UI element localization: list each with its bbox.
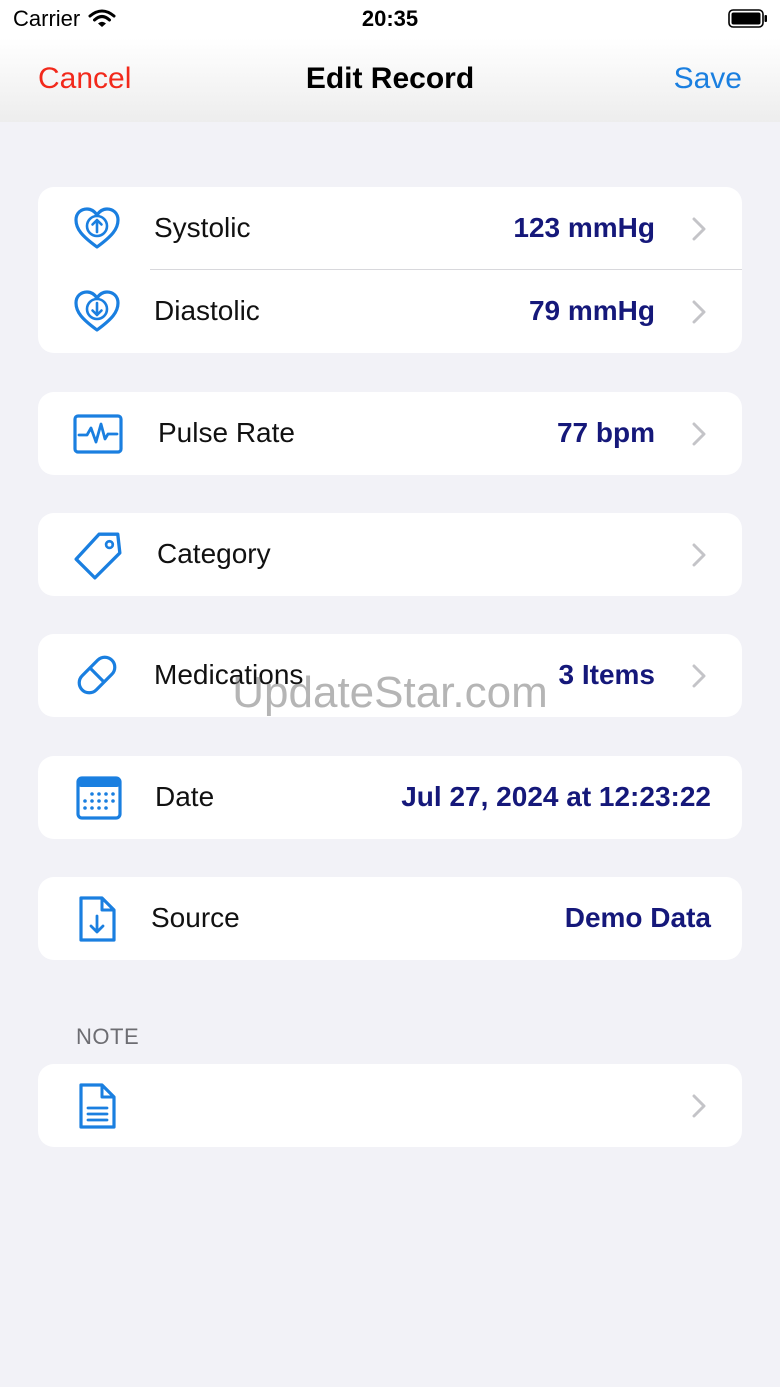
status-time: 20:35 — [361, 6, 419, 31]
heart-up-icon — [74, 207, 120, 249]
pulse-card: Pulse Rate 77 bpm — [38, 392, 742, 475]
document-download-icon — [79, 896, 116, 942]
systolic-value: 123 mmHg — [513, 212, 655, 243]
tag-icon — [74, 532, 122, 580]
pulse-wave-icon — [73, 414, 123, 454]
medications-card: Medications 3 Items — [38, 634, 742, 717]
chevron-right-icon — [692, 1094, 706, 1118]
date-label: Date — [155, 781, 215, 812]
heart-down-icon — [74, 290, 120, 332]
source-label: Source — [151, 902, 240, 933]
source-card: Source Demo Data — [38, 877, 742, 960]
systolic-label: Systolic — [154, 212, 251, 243]
diastolic-label: Diastolic — [154, 295, 260, 326]
battery-icon — [728, 9, 767, 28]
calendar-icon — [76, 776, 122, 820]
category-label: Category — [157, 538, 271, 569]
chevron-right-icon — [692, 422, 706, 446]
category-row[interactable]: Category — [38, 513, 742, 596]
diastolic-value: 79 mmHg — [528, 295, 655, 326]
pill-icon — [77, 655, 117, 695]
category-card: Category — [38, 513, 742, 596]
medications-value: 3 Items — [558, 659, 656, 690]
medications-row[interactable]: Medications 3 Items — [38, 634, 742, 717]
pulse-rate-row[interactable]: Pulse Rate 77 bpm — [38, 392, 742, 475]
chevron-right-icon — [692, 217, 706, 241]
medications-label: Medications — [154, 659, 304, 690]
note-row[interactable] — [38, 1064, 742, 1147]
chevron-right-icon — [692, 664, 706, 688]
pulse-rate-label: Pulse Rate — [158, 417, 295, 448]
date-card: Date Jul 27, 2024 at 12:23:22 — [38, 756, 742, 839]
systolic-row[interactable]: Systolic 123 mmHg — [38, 187, 742, 270]
navigation-bar: Cancel Edit Record Save — [0, 38, 780, 122]
note-card — [38, 1064, 742, 1147]
blood-pressure-card: Systolic 123 mmHg Diastolic 79 mmHg — [38, 187, 742, 353]
date-value: Jul 27, 2024 at 12:23:22 — [401, 781, 711, 812]
save-button[interactable]: Save — [674, 62, 742, 96]
date-row[interactable]: Date Jul 27, 2024 at 12:23:22 — [38, 756, 742, 839]
chevron-right-icon — [692, 543, 706, 567]
status-bar: Carrier 20:35 — [0, 0, 780, 38]
note-document-icon — [79, 1083, 116, 1129]
diastolic-row[interactable]: Diastolic 79 mmHg — [38, 270, 742, 353]
note-section-header: NOTE — [76, 1024, 140, 1049]
source-row[interactable]: Source Demo Data — [38, 877, 742, 960]
page-title: Edit Record — [305, 62, 475, 95]
source-value: Demo Data — [564, 902, 711, 933]
pulse-rate-value: 77 bpm — [556, 417, 655, 448]
chevron-right-icon — [692, 300, 706, 324]
